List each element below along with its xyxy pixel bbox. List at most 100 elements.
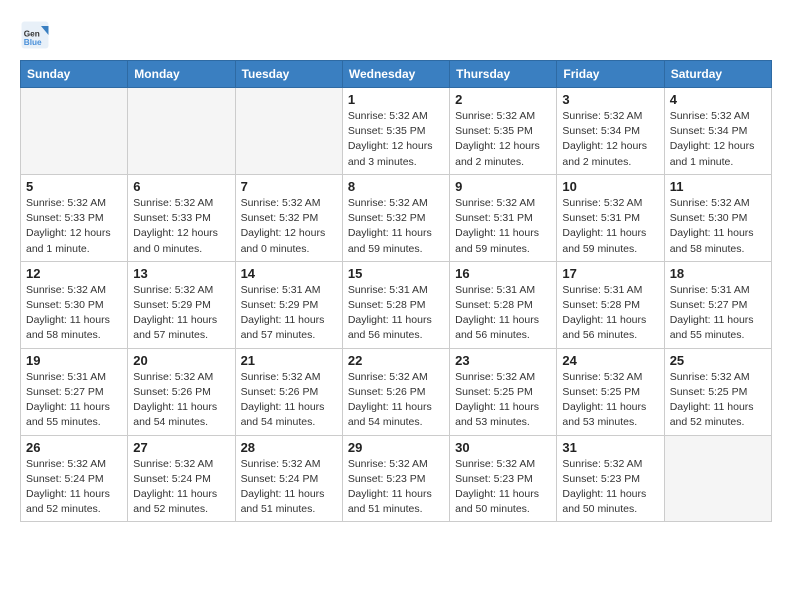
- calendar-cell: 25 Sunrise: 5:32 AM Sunset: 5:25 PM Dayli…: [664, 348, 771, 435]
- calendar-cell: 26 Sunrise: 5:32 AM Sunset: 5:24 PM Dayli…: [21, 435, 128, 522]
- day-number: 1: [348, 92, 444, 107]
- calendar-cell: 1Sunrise: 5:32 AM Sunset: 5:35 PM Daylig…: [342, 88, 449, 175]
- day-info: Sunrise: 5:32 AM Sunset: 5:23 PM Dayligh…: [348, 457, 444, 518]
- calendar-cell: 31 Sunrise: 5:32 AM Sunset: 5:23 PM Dayli…: [557, 435, 664, 522]
- day-info: Sunrise: 5:32 AM Sunset: 5:33 PM Dayligh…: [26, 196, 122, 257]
- calendar-cell: 23Sunrise: 5:32 AM Sunset: 5:25 PM Dayli…: [450, 348, 557, 435]
- day-info: Sunrise: 5:32 AM Sunset: 5:34 PM Dayligh…: [670, 109, 766, 170]
- day-number: 3: [562, 92, 658, 107]
- day-number: 22: [348, 353, 444, 368]
- calendar-cell: 6 Sunrise: 5:32 AM Sunset: 5:33 PM Daylig…: [128, 174, 235, 261]
- calendar-week-1: 1 Sunrise: 5:32 AM Sunset: 5:35 PM Daylig…: [21, 88, 772, 175]
- day-info: Sunrise: 5:32 AM Sunset: 5:32 PM Dayligh…: [348, 196, 444, 257]
- day-info: Sunrise: 5:32 AM Sunset: 5:23 PM Dayligh…: [562, 457, 658, 518]
- day-info: Sunrise: 5:32 AM Sunset: 5:30 PM Dayligh…: [670, 196, 766, 257]
- day-number: 8: [348, 179, 444, 194]
- day-info: Sunrise: 5:32 AM Sunset: 5:24 PM Dayligh…: [26, 457, 122, 518]
- day-number: 14: [241, 266, 337, 281]
- day-info: Sunrise: 5:31 AM Sunset: 5:27 PM Dayligh…: [26, 370, 122, 431]
- day-info: Sunrise: 5:32 AM Sunset: 5:34 PM Dayligh…: [562, 109, 658, 170]
- day-number: 21: [241, 353, 337, 368]
- day-info: Sunrise: 5:32 AM Sunset: 5:29 PM Dayligh…: [133, 283, 229, 344]
- col-header-wednesday: Wednesday: [342, 61, 449, 88]
- calendar-cell: 17 Sunrise: 5:31 AM Sunset: 5:28 PM Dayli…: [557, 261, 664, 348]
- day-info: Sunrise: 5:31 AM Sunset: 5:28 PM Dayligh…: [348, 283, 444, 344]
- col-header-monday: Monday: [128, 61, 235, 88]
- day-number: 15: [348, 266, 444, 281]
- day-info: Sunrise: 5:32 AM Sunset: 5:33 PM Dayligh…: [133, 196, 229, 257]
- day-info: Sunrise: 5:32 AM Sunset: 5:32 PM Dayligh…: [241, 196, 337, 257]
- day-info: Sunrise: 5:32 AM Sunset: 5:35 PM Dayligh…: [455, 109, 551, 170]
- day-number: 18: [670, 266, 766, 281]
- calendar-cell: 14 Sunrise: 5:31 AM Sunset: 5:29 PM Dayli…: [235, 261, 342, 348]
- calendar-cell: 22 Sunrise: 5:32 AM Sunset: 5:26 PM Dayli…: [342, 348, 449, 435]
- day-number: 16: [455, 266, 551, 281]
- col-header-saturday: Saturday: [664, 61, 771, 88]
- day-info: Sunrise: 5:32 AM Sunset: 5:24 PM Dayligh…: [241, 457, 337, 518]
- page: Gen Blue SundayMondayTuesdayWednesdayThu…: [0, 0, 792, 532]
- calendar-cell: 20 Sunrise: 5:32 AM Sunset: 5:26 PM Dayli…: [128, 348, 235, 435]
- day-info: Sunrise: 5:32 AM Sunset: 5:25 PM Dayligh…: [670, 370, 766, 431]
- calendar-cell: 7Sunrise: 5:32 AM Sunset: 5:32 PM Daylig…: [235, 174, 342, 261]
- day-number: 17: [562, 266, 658, 281]
- day-info: Sunrise: 5:31 AM Sunset: 5:27 PM Dayligh…: [670, 283, 766, 344]
- calendar-cell: 29 Sunrise: 5:32 AM Sunset: 5:23 PM Dayli…: [342, 435, 449, 522]
- day-number: 20: [133, 353, 229, 368]
- day-number: 19: [26, 353, 122, 368]
- day-number: 28: [241, 440, 337, 455]
- day-number: 5: [26, 179, 122, 194]
- logo-icon: Gen Blue: [20, 20, 50, 50]
- day-info: Sunrise: 5:32 AM Sunset: 5:25 PM Dayligh…: [455, 370, 551, 431]
- day-info: Sunrise: 5:32 AM Sunset: 5:23 PM Dayligh…: [455, 457, 551, 518]
- day-number: 11: [670, 179, 766, 194]
- col-header-sunday: Sunday: [21, 61, 128, 88]
- calendar-cell: 12Sunrise: 5:32 AM Sunset: 5:30 PM Dayli…: [21, 261, 128, 348]
- calendar-cell: [235, 88, 342, 175]
- calendar-cell: 2 Sunrise: 5:32 AM Sunset: 5:35 PM Daylig…: [450, 88, 557, 175]
- day-info: Sunrise: 5:32 AM Sunset: 5:26 PM Dayligh…: [133, 370, 229, 431]
- calendar-cell: 24Sunrise: 5:32 AM Sunset: 5:25 PM Dayli…: [557, 348, 664, 435]
- calendar-cell: 18 Sunrise: 5:31 AM Sunset: 5:27 PM Dayli…: [664, 261, 771, 348]
- calendar-week-2: 5 Sunrise: 5:32 AM Sunset: 5:33 PM Daylig…: [21, 174, 772, 261]
- calendar-cell: 28 Sunrise: 5:32 AM Sunset: 5:24 PM Dayli…: [235, 435, 342, 522]
- svg-text:Blue: Blue: [24, 38, 42, 47]
- calendar: SundayMondayTuesdayWednesdayThursdayFrid…: [20, 60, 772, 522]
- calendar-week-3: 12Sunrise: 5:32 AM Sunset: 5:30 PM Dayli…: [21, 261, 772, 348]
- day-number: 6: [133, 179, 229, 194]
- col-header-thursday: Thursday: [450, 61, 557, 88]
- calendar-cell: 19 Sunrise: 5:31 AM Sunset: 5:27 PM Dayli…: [21, 348, 128, 435]
- calendar-cell: 8 Sunrise: 5:32 AM Sunset: 5:32 PM Daylig…: [342, 174, 449, 261]
- day-info: Sunrise: 5:32 AM Sunset: 5:31 PM Dayligh…: [562, 196, 658, 257]
- calendar-cell: 13Sunrise: 5:32 AM Sunset: 5:29 PM Dayli…: [128, 261, 235, 348]
- day-info: Sunrise: 5:31 AM Sunset: 5:28 PM Dayligh…: [562, 283, 658, 344]
- header: Gen Blue: [20, 20, 772, 50]
- calendar-cell: [664, 435, 771, 522]
- calendar-week-4: 19 Sunrise: 5:31 AM Sunset: 5:27 PM Dayli…: [21, 348, 772, 435]
- calendar-cell: [128, 88, 235, 175]
- day-number: 10: [562, 179, 658, 194]
- day-number: 12: [26, 266, 122, 281]
- day-info: Sunrise: 5:32 AM Sunset: 5:25 PM Dayligh…: [562, 370, 658, 431]
- day-info: Sunrise: 5:32 AM Sunset: 5:26 PM Dayligh…: [348, 370, 444, 431]
- day-number: 30: [455, 440, 551, 455]
- day-number: 2: [455, 92, 551, 107]
- calendar-week-5: 26 Sunrise: 5:32 AM Sunset: 5:24 PM Dayli…: [21, 435, 772, 522]
- day-number: 9: [455, 179, 551, 194]
- calendar-cell: [21, 88, 128, 175]
- day-number: 26: [26, 440, 122, 455]
- calendar-header-row: SundayMondayTuesdayWednesdayThursdayFrid…: [21, 61, 772, 88]
- day-number: 31: [562, 440, 658, 455]
- calendar-cell: 3 Sunrise: 5:32 AM Sunset: 5:34 PM Daylig…: [557, 88, 664, 175]
- day-number: 29: [348, 440, 444, 455]
- calendar-cell: 15 Sunrise: 5:31 AM Sunset: 5:28 PM Dayli…: [342, 261, 449, 348]
- calendar-cell: 10 Sunrise: 5:32 AM Sunset: 5:31 PM Dayli…: [557, 174, 664, 261]
- day-number: 27: [133, 440, 229, 455]
- day-info: Sunrise: 5:32 AM Sunset: 5:31 PM Dayligh…: [455, 196, 551, 257]
- day-info: Sunrise: 5:31 AM Sunset: 5:29 PM Dayligh…: [241, 283, 337, 344]
- calendar-cell: 11 Sunrise: 5:32 AM Sunset: 5:30 PM Dayli…: [664, 174, 771, 261]
- day-number: 25: [670, 353, 766, 368]
- col-header-friday: Friday: [557, 61, 664, 88]
- calendar-cell: 30 Sunrise: 5:32 AM Sunset: 5:23 PM Dayli…: [450, 435, 557, 522]
- day-info: Sunrise: 5:32 AM Sunset: 5:26 PM Dayligh…: [241, 370, 337, 431]
- calendar-cell: 5 Sunrise: 5:32 AM Sunset: 5:33 PM Daylig…: [21, 174, 128, 261]
